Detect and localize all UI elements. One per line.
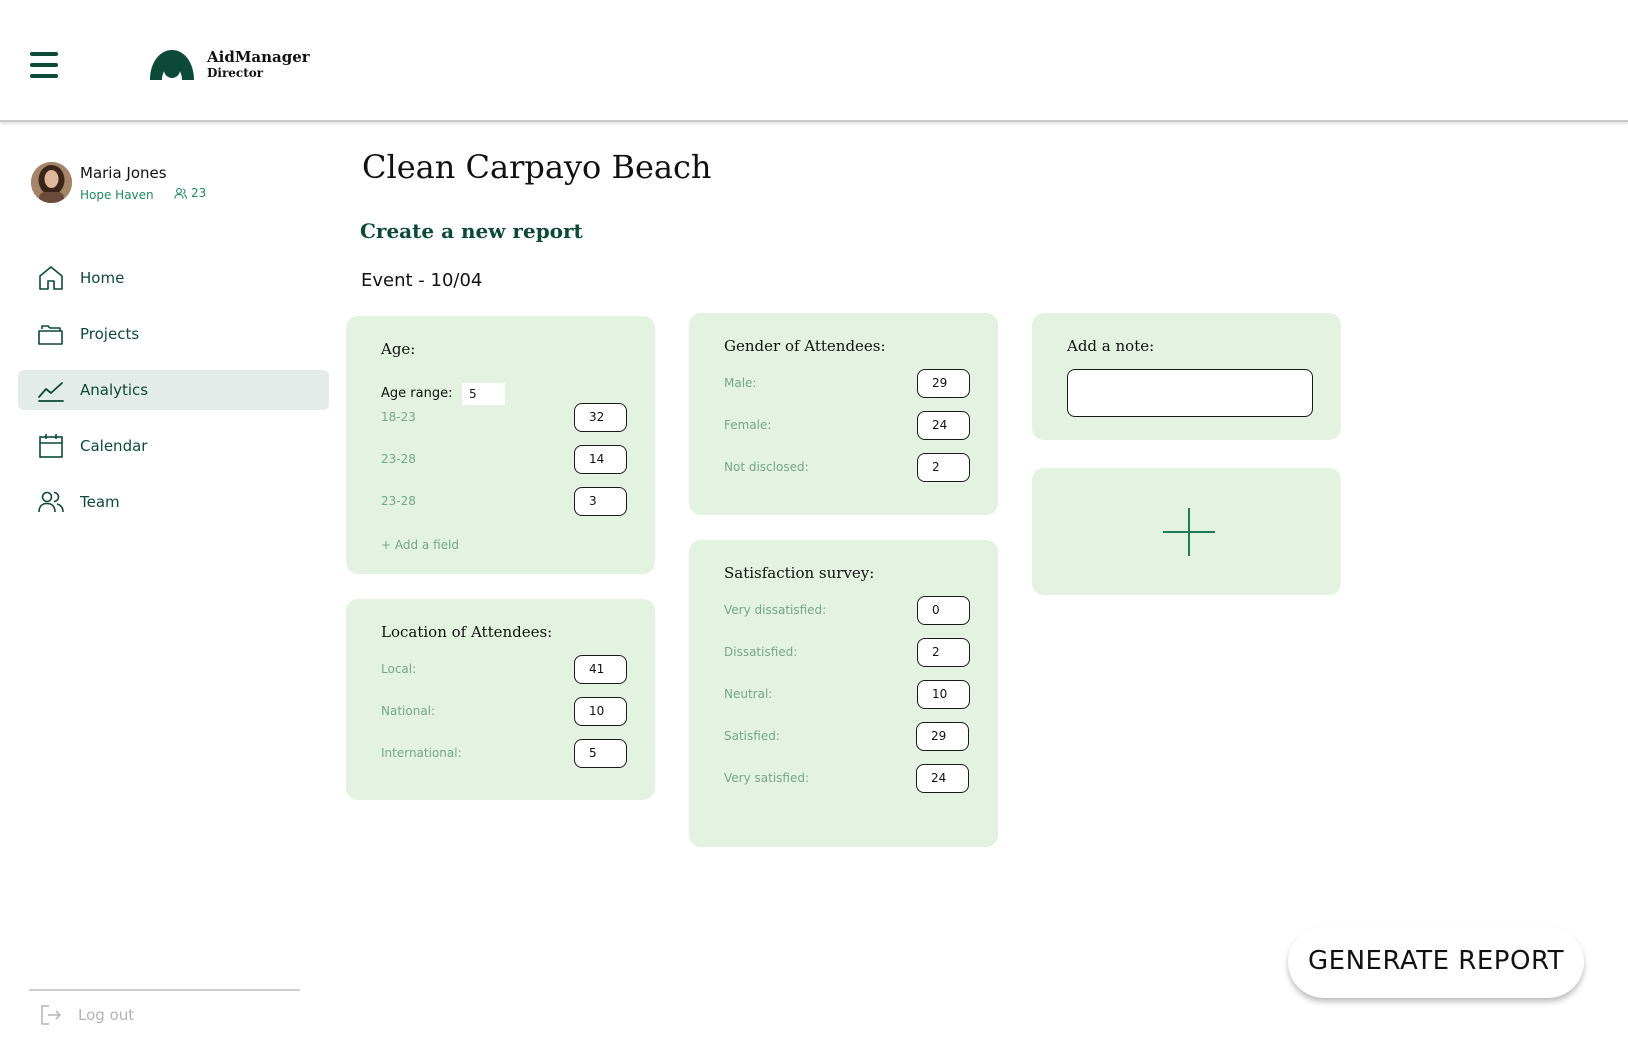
sidebar-item-projects[interactable]: Projects: [18, 314, 329, 354]
age-card: Age: Age range: 5 18-23 32 23-28 14 23-2…: [346, 316, 655, 574]
brand-name: AidManager: [207, 48, 310, 66]
gender-row-input[interactable]: 2: [917, 453, 970, 482]
plus-icon[interactable]: [1163, 508, 1215, 556]
gender-card: Gender of Attendees: Male: 29 Female: 24…: [689, 313, 998, 515]
logout-divider: [29, 989, 300, 991]
page-title: Clean Carpayo Beach: [362, 148, 712, 186]
satisfaction-row-label: Very dissatisfied:: [724, 603, 827, 617]
note-card: Add a note:: [1032, 313, 1341, 440]
menu-icon[interactable]: [30, 52, 58, 78]
age-range-label: Age range:: [381, 386, 453, 401]
note-input[interactable]: [1067, 369, 1313, 417]
location-row-input[interactable]: 10: [574, 697, 627, 726]
team-icon: [38, 491, 64, 513]
age-range-input[interactable]: 5: [462, 383, 505, 405]
user-name: Maria Jones: [80, 164, 167, 182]
card-title: Satisfaction survey:: [724, 564, 875, 582]
card-title: Age:: [381, 340, 416, 358]
age-row-label: 23-28: [381, 494, 416, 508]
age-row-label: 18-23: [381, 410, 416, 424]
sidebar-item-analytics[interactable]: Analytics: [18, 370, 329, 410]
age-row-input[interactable]: 3: [574, 487, 627, 516]
logout-icon: [41, 1005, 61, 1025]
satisfaction-row-label: Neutral:: [724, 687, 773, 701]
calendar-icon: [39, 434, 63, 458]
location-row-label: International:: [381, 746, 462, 760]
location-row-input[interactable]: 41: [574, 655, 627, 684]
card-title: Add a note:: [1067, 337, 1155, 355]
satisfaction-row-input[interactable]: 29: [916, 722, 969, 751]
add-card[interactable]: [1032, 468, 1341, 595]
logout-button[interactable]: Log out: [40, 1004, 134, 1026]
member-count-value: 23: [191, 186, 207, 200]
age-row-input[interactable]: 14: [574, 445, 627, 474]
gender-row-label: Male:: [724, 376, 757, 390]
sidebar-item-label: Analytics: [80, 381, 149, 399]
home-icon: [39, 266, 63, 290]
age-row-label: 23-28: [381, 452, 416, 466]
sidebar-item-team[interactable]: Team: [18, 482, 329, 522]
satisfaction-row-label: Dissatisfied:: [724, 645, 798, 659]
sidebar-nav: Home Projects Analytics Calendar Team: [18, 258, 329, 538]
location-row-input[interactable]: 5: [574, 739, 627, 768]
sidebar-item-label: Projects: [80, 325, 140, 343]
gender-row-label: Female:: [724, 418, 772, 432]
add-field-link[interactable]: + Add a field: [381, 538, 459, 552]
folder-icon: [38, 325, 63, 345]
logout-label: Log out: [78, 1006, 135, 1024]
generate-report-button[interactable]: GENERATE REPORT: [1288, 926, 1584, 998]
satisfaction-row-input[interactable]: 0: [917, 596, 970, 625]
member-count[interactable]: 23: [174, 186, 206, 200]
sidebar-item-label: Home: [80, 269, 125, 287]
sidebar-item-label: Team: [80, 493, 120, 511]
age-row-input[interactable]: 32: [574, 403, 627, 432]
location-card: Location of Attendees: Local: 41 Nationa…: [346, 599, 655, 800]
sidebar-item-label: Calendar: [80, 437, 148, 455]
satisfaction-row-label: Satisfied:: [724, 729, 780, 743]
satisfaction-row-input[interactable]: 24: [916, 764, 969, 793]
card-title: Location of Attendees:: [381, 623, 553, 641]
satisfaction-row-input[interactable]: 10: [917, 680, 970, 709]
satisfaction-row-label: Very satisfied:: [724, 771, 810, 785]
card-title: Gender of Attendees:: [724, 337, 886, 355]
user-organization[interactable]: Hope Haven: [80, 188, 154, 202]
event-title: Event - 10/04: [361, 270, 483, 291]
brand-role: Director: [207, 66, 264, 80]
gender-row-label: Not disclosed:: [724, 460, 809, 474]
gender-row-input[interactable]: 24: [917, 411, 970, 440]
satisfaction-card: Satisfaction survey: Very dissatisfied: …: [689, 540, 998, 847]
section-title: Create a new report: [360, 219, 583, 243]
avatar[interactable]: [31, 162, 72, 203]
top-bar: AidManager Director: [0, 0, 1628, 122]
location-row-label: Local:: [381, 662, 417, 676]
satisfaction-row-input[interactable]: 2: [917, 638, 970, 667]
chart-line-icon: [38, 382, 64, 402]
sidebar-item-calendar[interactable]: Calendar: [18, 426, 329, 466]
people-icon: [174, 187, 187, 199]
location-row-label: National:: [381, 704, 436, 718]
gender-row-input[interactable]: 29: [917, 369, 970, 398]
sidebar-item-home[interactable]: Home: [18, 258, 329, 298]
logo-icon: [150, 50, 194, 80]
